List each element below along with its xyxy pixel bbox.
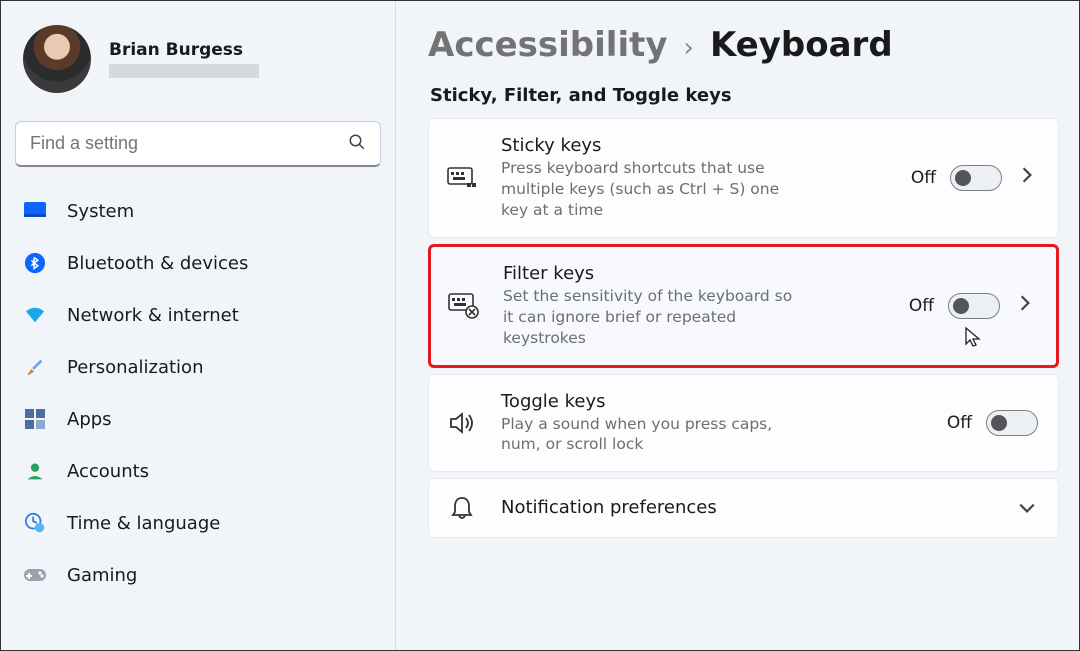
search-input[interactable]: [30, 133, 316, 154]
filter-keys-toggle[interactable]: [948, 293, 1000, 319]
clock-globe-icon: [23, 511, 47, 535]
nav-gaming[interactable]: Gaming: [15, 549, 389, 601]
gamepad-icon: [23, 563, 47, 587]
card-title: Notification preferences: [501, 497, 994, 518]
nav-network[interactable]: Network & internet: [15, 289, 389, 341]
nav-label: Apps: [67, 409, 112, 430]
nav-label: Bluetooth & devices: [67, 253, 248, 274]
bell-icon: [445, 495, 479, 521]
cursor-icon: [964, 326, 982, 353]
sticky-keys-toggle[interactable]: [950, 165, 1002, 191]
bluetooth-icon: [23, 251, 47, 275]
nav-time-language[interactable]: Time & language: [15, 497, 389, 549]
paintbrush-icon: [23, 355, 47, 379]
search-box[interactable]: [15, 121, 381, 167]
wifi-icon: [23, 303, 47, 327]
card-toggle-keys[interactable]: Toggle keys Play a sound when you press …: [428, 374, 1059, 473]
nav-apps[interactable]: Apps: [15, 393, 389, 445]
avatar: [23, 25, 91, 93]
speaker-icon: [445, 411, 479, 435]
person-icon: [23, 459, 47, 483]
sidebar: Brian Burgess System Bluetooth & devi: [1, 1, 396, 650]
toggle-state: Off: [911, 168, 936, 188]
card-title: Toggle keys: [501, 391, 791, 412]
nav-label: Time & language: [67, 513, 220, 534]
search-icon: [348, 133, 366, 155]
card-desc: Press keyboard shortcuts that use multip…: [501, 158, 791, 221]
nav-label: Network & internet: [67, 305, 239, 326]
chevron-right-icon[interactable]: [1016, 166, 1038, 189]
nav-label: Gaming: [67, 565, 137, 586]
settings-nav: System Bluetooth & devices Network & int…: [15, 185, 389, 601]
chevron-right-icon[interactable]: [1014, 294, 1036, 317]
breadcrumb: Accessibility › Keyboard: [428, 25, 1059, 65]
nav-personalization[interactable]: Personalization: [15, 341, 389, 393]
section-heading: Sticky, Filter, and Toggle keys: [430, 85, 1059, 106]
keyboard-icon: [445, 167, 479, 189]
toggle-keys-toggle[interactable]: [986, 410, 1038, 436]
user-email-redacted: [109, 64, 259, 78]
card-notification-preferences[interactable]: Notification preferences: [428, 478, 1059, 538]
nav-label: System: [67, 201, 134, 222]
card-sticky-keys[interactable]: Sticky keys Press keyboard shortcuts tha…: [428, 118, 1059, 238]
nav-system[interactable]: System: [15, 185, 389, 237]
card-desc: Set the sensitivity of the keyboard so i…: [503, 286, 793, 349]
nav-label: Accounts: [67, 461, 149, 482]
nav-bluetooth[interactable]: Bluetooth & devices: [15, 237, 389, 289]
card-filter-keys[interactable]: Filter keys Set the sensitivity of the k…: [428, 244, 1059, 368]
keyboard-filter-icon: [447, 293, 481, 319]
nav-accounts[interactable]: Accounts: [15, 445, 389, 497]
nav-label: Personalization: [67, 357, 203, 378]
toggle-state: Off: [947, 413, 972, 433]
chevron-down-icon[interactable]: [1016, 498, 1038, 519]
chevron-right-icon: ›: [684, 33, 694, 63]
profile-block[interactable]: Brian Burgess: [15, 19, 389, 107]
system-icon: [23, 199, 47, 223]
card-title: Filter keys: [503, 263, 793, 284]
main-content: Accessibility › Keyboard Sticky, Filter,…: [396, 1, 1079, 650]
breadcrumb-parent[interactable]: Accessibility: [428, 25, 668, 65]
breadcrumb-current: Keyboard: [710, 25, 893, 65]
card-title: Sticky keys: [501, 135, 791, 156]
user-name: Brian Burgess: [109, 40, 259, 60]
toggle-state: Off: [909, 296, 934, 316]
apps-icon: [23, 407, 47, 431]
card-desc: Play a sound when you press caps, num, o…: [501, 414, 791, 456]
